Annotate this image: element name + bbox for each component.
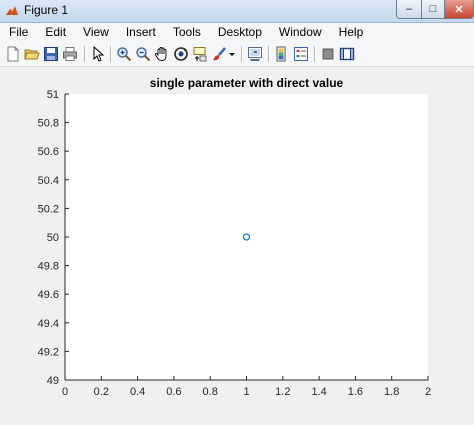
y-tick-label: 50: [47, 232, 59, 244]
x-tick-label: 1.6: [348, 386, 363, 398]
matlab-logo-icon: [6, 6, 18, 15]
y-tick-label: 50.2: [38, 203, 59, 215]
maximize-button[interactable]: □: [421, 0, 445, 19]
brush-dropdown-icon[interactable]: [228, 46, 236, 62]
x-tick-label: 1: [243, 386, 249, 398]
y-tick-label: 49.8: [38, 261, 59, 273]
y-tick-label: 51: [47, 89, 59, 101]
brush-icon[interactable]: [211, 46, 227, 62]
menu-bar: File Edit View Insert Tools Desktop Wind…: [0, 23, 474, 42]
link-plot-icon[interactable]: [247, 46, 263, 62]
x-tick-label: 0.6: [166, 386, 181, 398]
menu-desktop[interactable]: Desktop: [209, 23, 270, 42]
menu-tools[interactable]: Tools: [164, 23, 209, 42]
zoom-out-icon[interactable]: [135, 46, 151, 62]
save-icon[interactable]: [43, 46, 59, 62]
y-tick-label: 49.6: [38, 289, 59, 301]
figure-toolbar: [0, 42, 474, 67]
menu-edit[interactable]: Edit: [36, 23, 74, 42]
y-tick-label: 49.2: [38, 346, 59, 358]
x-tick-label: 1.4: [311, 386, 326, 398]
x-tick-label: 2: [425, 386, 431, 398]
insert-colorbar-icon[interactable]: [274, 46, 290, 62]
print-icon[interactable]: [62, 46, 78, 62]
pan-hand-icon[interactable]: [154, 46, 170, 62]
minimize-button[interactable]: –: [396, 0, 422, 19]
x-tick-label: 1.8: [384, 386, 399, 398]
y-axis: 49 49.2 49.4 49.6 49.8 50 50.2 50.4 50.6 50.8 51: [38, 89, 69, 387]
y-tick-label: 49: [47, 375, 59, 387]
menu-help[interactable]: Help: [330, 23, 372, 42]
chart-title: single parameter with direct value: [150, 76, 344, 90]
toolbar-separator: [84, 46, 86, 62]
open-file-icon[interactable]: [24, 46, 40, 62]
toolbar-separator: [110, 46, 112, 62]
edit-plot-arrow-icon[interactable]: [90, 46, 106, 62]
y-tick-label: 49.4: [38, 318, 59, 330]
x-tick-label: 0.4: [130, 386, 145, 398]
toolbar-separator: [241, 46, 243, 62]
rotate-3d-icon[interactable]: [173, 46, 189, 62]
x-tick-label: 1.2: [275, 386, 290, 398]
x-tick-label: 0.8: [203, 386, 218, 398]
y-tick-label: 50.8: [38, 118, 59, 130]
menu-window[interactable]: Window: [270, 23, 330, 42]
toolbar-separator: [314, 46, 316, 62]
new-figure-icon[interactable]: [5, 46, 21, 62]
axes-background: [65, 94, 428, 380]
close-button[interactable]: ✕: [444, 0, 474, 19]
show-plot-tools-icon[interactable]: [339, 46, 355, 62]
x-tick-label: 0: [62, 386, 68, 398]
y-tick-label: 50.4: [38, 175, 59, 187]
y-tick-label: 50.6: [38, 146, 59, 158]
menu-insert[interactable]: Insert: [117, 23, 164, 42]
insert-legend-icon[interactable]: [293, 46, 309, 62]
window-title: Figure 1: [24, 3, 69, 17]
figure-canvas: single parameter with direct value 49 49.…: [0, 67, 474, 420]
hide-plot-tools-icon[interactable]: [320, 46, 336, 62]
data-cursor-icon[interactable]: [192, 46, 208, 62]
window-titlebar[interactable]: Figure 1 – □ ✕: [0, 0, 474, 23]
x-tick-label: 0.2: [94, 386, 109, 398]
menu-file[interactable]: File: [0, 23, 36, 42]
scatter-chart[interactable]: single parameter with direct value 49 49.…: [0, 67, 474, 420]
toolbar-separator: [268, 46, 270, 62]
zoom-in-icon[interactable]: [116, 46, 132, 62]
menu-view[interactable]: View: [74, 23, 117, 42]
